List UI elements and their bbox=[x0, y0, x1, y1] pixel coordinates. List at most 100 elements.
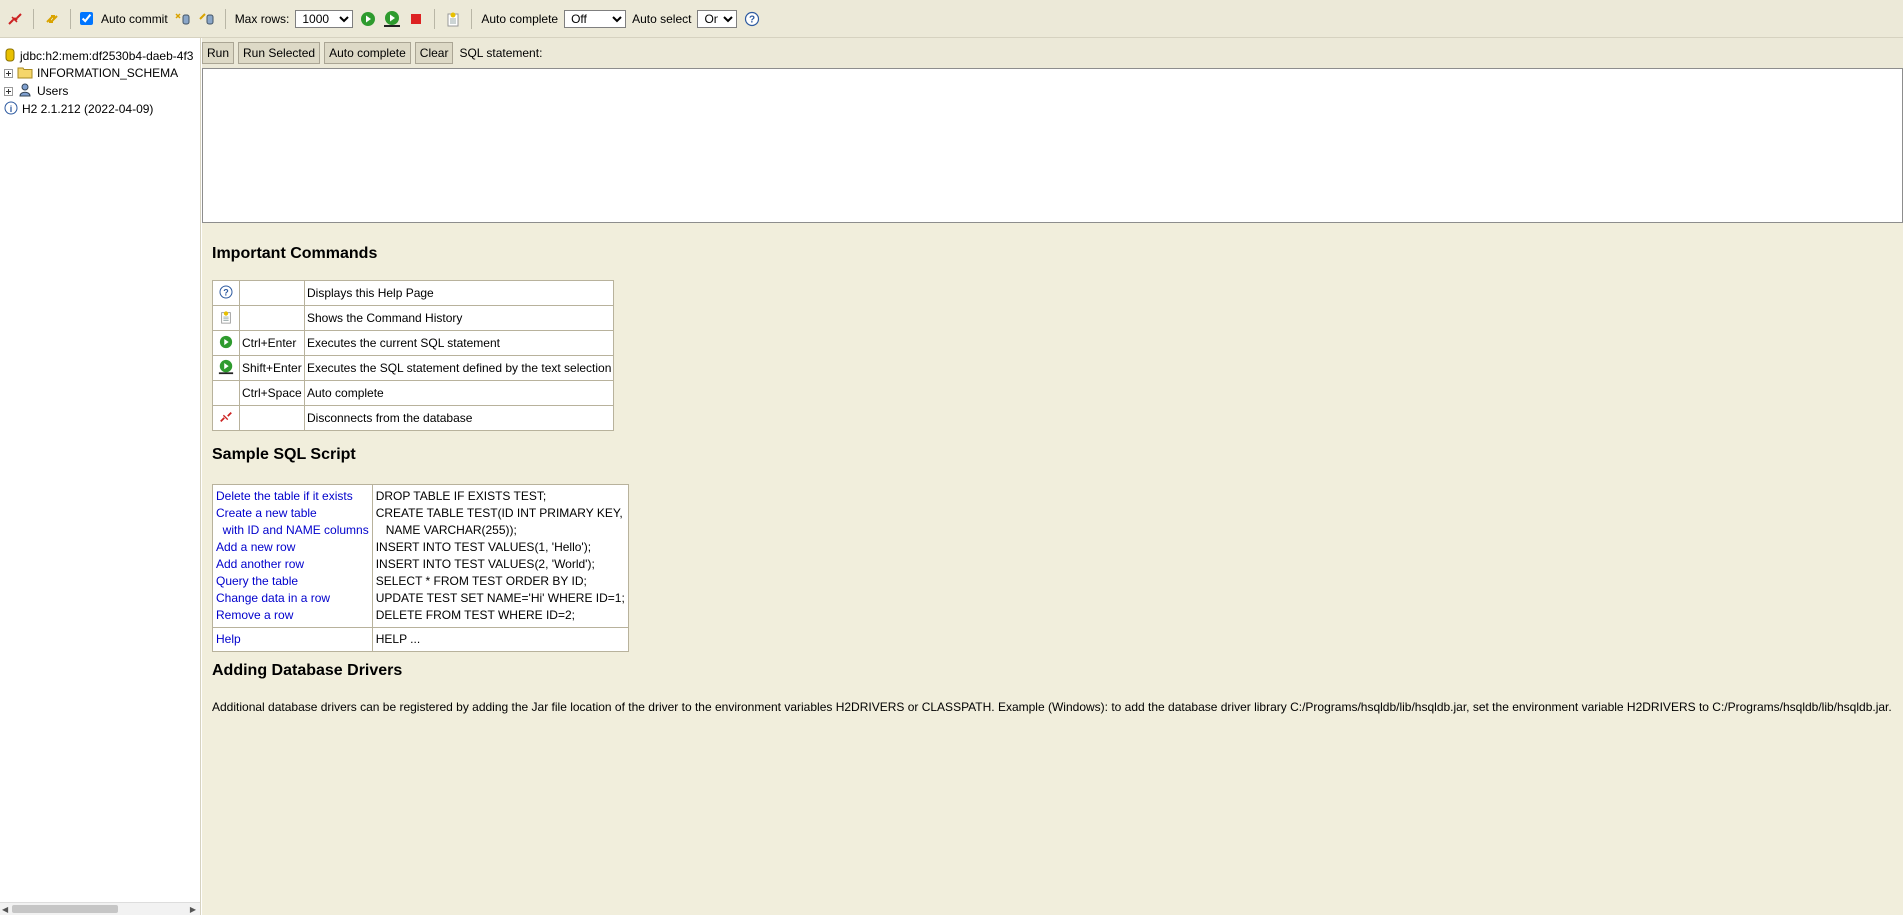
help-link[interactable]: Help bbox=[216, 631, 369, 648]
auto-select-select[interactable]: On bbox=[697, 9, 738, 28]
run-selected-icon bbox=[212, 355, 240, 381]
auto-complete-button[interactable]: Auto complete bbox=[324, 42, 411, 64]
sample-code: INSERT INTO TEST VALUES(2, 'World'); bbox=[375, 557, 595, 571]
run-button[interactable]: Run bbox=[202, 42, 235, 64]
empty-icon-cell bbox=[212, 380, 240, 406]
table-row: Ctrl+Enter Executes the current SQL stat… bbox=[212, 330, 615, 356]
sample-link[interactable]: with ID and NAME columns bbox=[216, 522, 369, 539]
folder-icon bbox=[17, 65, 33, 82]
sample-code: UPDATE TEST SET NAME='Hi' WHERE ID=1; bbox=[375, 591, 625, 605]
sample-code: INSERT INTO TEST VALUES(1, 'Hello'); bbox=[375, 540, 592, 554]
history-icon bbox=[212, 305, 240, 331]
auto-commit-label: Auto commit bbox=[101, 11, 168, 26]
auto-complete-label: Auto complete bbox=[481, 11, 559, 26]
expand-icon[interactable] bbox=[4, 68, 13, 78]
help-icon: ? bbox=[212, 280, 240, 306]
sample-link[interactable]: Add another row bbox=[216, 556, 369, 573]
command-desc: Disconnects from the database bbox=[303, 405, 615, 431]
tree-item-information-schema[interactable]: INFORMATION_SCHEMA bbox=[4, 64, 178, 82]
database-tree: jdbc:h2:mem:df2530b4-daeb-4f3 INFORMATIO… bbox=[0, 38, 201, 915]
sample-code: NAME VARCHAR(255)); bbox=[375, 523, 517, 537]
help-link-cell: Help bbox=[212, 627, 373, 652]
auto-select-label: Auto select bbox=[632, 11, 692, 26]
adding-drivers-title: Adding Database Drivers bbox=[212, 662, 403, 679]
users-icon bbox=[17, 83, 33, 100]
command-key: Ctrl+Space bbox=[239, 380, 305, 406]
max-rows-label: Max rows: bbox=[234, 11, 290, 26]
run-icon bbox=[212, 330, 240, 356]
sample-sql-title: Sample SQL Script bbox=[212, 446, 356, 463]
help-code: HELP ... bbox=[375, 632, 421, 646]
sample-link[interactable]: Remove a row bbox=[216, 607, 369, 624]
sample-code: DELETE FROM TEST WHERE ID=2; bbox=[375, 608, 575, 622]
help-panel: Important Commands ? Displays this Help … bbox=[202, 223, 1903, 915]
refresh-icon[interactable] bbox=[43, 10, 61, 28]
schema-name: INFORMATION_SCHEMA bbox=[37, 66, 179, 80]
toolbar-separator bbox=[70, 8, 71, 29]
info-icon: i bbox=[4, 101, 18, 118]
table-row: Shows the Command History bbox=[212, 305, 615, 331]
users-label: Users bbox=[37, 84, 69, 98]
scroll-right-icon[interactable]: ▶ bbox=[190, 905, 196, 914]
sample-code: DROP TABLE IF EXISTS TEST; bbox=[375, 489, 547, 503]
command-key: Shift+Enter bbox=[239, 355, 305, 381]
sample-labels-cell: Delete the table if it exists Create a n… bbox=[212, 484, 373, 628]
sample-link[interactable]: Change data in a row bbox=[216, 590, 369, 607]
sql-button-bar: Run Run Selected Auto complete Clear SQL… bbox=[202, 38, 1903, 68]
auto-commit-checkbox[interactable] bbox=[80, 12, 93, 25]
tree-item-users[interactable]: Users bbox=[4, 82, 68, 100]
scrollbar-thumb[interactable] bbox=[12, 905, 118, 913]
table-row: Delete the table if it exists Create a n… bbox=[212, 484, 629, 628]
table-row: Ctrl+Space Auto complete bbox=[212, 380, 615, 406]
run-selected-icon[interactable] bbox=[383, 10, 401, 28]
sample-link[interactable]: Delete the table if it exists bbox=[216, 488, 369, 505]
command-desc: Shows the Command History bbox=[303, 305, 615, 331]
adding-drivers-text: Additional database drivers can be regis… bbox=[212, 700, 1892, 714]
sample-link[interactable]: Create a new table bbox=[216, 505, 369, 522]
svg-text:i: i bbox=[10, 104, 13, 114]
tree-version: i H2 2.1.212 (2022-04-09) bbox=[4, 100, 153, 118]
sample-link[interactable]: Query the table bbox=[216, 573, 369, 590]
history-icon[interactable] bbox=[444, 10, 462, 28]
toolbar-separator bbox=[33, 8, 34, 29]
command-desc: Displays this Help Page bbox=[303, 280, 615, 306]
run-icon[interactable] bbox=[359, 10, 377, 28]
sql-statement-label: SQL statement: bbox=[459, 46, 543, 60]
svg-text:?: ? bbox=[223, 287, 229, 297]
commit-icon[interactable] bbox=[174, 10, 192, 28]
help-icon[interactable]: ? bbox=[743, 10, 761, 28]
important-commands-table: ? Displays this Help Page Shows the Comm… bbox=[212, 280, 615, 431]
command-key: Ctrl+Enter bbox=[239, 330, 305, 356]
command-key bbox=[239, 405, 305, 431]
sample-code-cell: DROP TABLE IF EXISTS TEST; CREATE TABLE … bbox=[371, 484, 629, 628]
sql-statement-input[interactable] bbox=[202, 68, 1903, 223]
run-selected-button[interactable]: Run Selected bbox=[238, 42, 321, 64]
help-code-cell: HELP ... bbox=[371, 627, 629, 652]
main-toolbar: Auto commit Max rows: 1000 Auto complete… bbox=[0, 0, 1903, 38]
toolbar-separator bbox=[224, 8, 226, 29]
auto-complete-select[interactable]: Off bbox=[564, 9, 627, 28]
table-row: Help HELP ... bbox=[212, 627, 629, 652]
sample-code: CREATE TABLE TEST(ID INT PRIMARY KEY, bbox=[375, 506, 623, 520]
toolbar-separator bbox=[471, 8, 473, 29]
database-icon bbox=[4, 48, 16, 65]
disconnect-icon[interactable] bbox=[6, 10, 24, 28]
command-desc: Auto complete bbox=[303, 380, 615, 406]
scroll-left-icon[interactable]: ◀ bbox=[2, 905, 8, 914]
max-rows-select[interactable]: 1000 bbox=[295, 9, 354, 28]
toolbar-separator bbox=[434, 8, 436, 29]
connection-url: jdbc:h2:mem:df2530b4-daeb-4f3 bbox=[20, 49, 194, 63]
clear-button[interactable]: Clear bbox=[414, 42, 454, 64]
sample-sql-table: Delete the table if it exists Create a n… bbox=[212, 484, 629, 652]
stop-icon[interactable] bbox=[407, 10, 425, 28]
command-desc: Executes the SQL statement defined by th… bbox=[303, 355, 615, 381]
expand-icon[interactable] bbox=[4, 86, 13, 96]
version-label: H2 2.1.212 (2022-04-09) bbox=[22, 102, 154, 116]
sample-link[interactable]: Add a new row bbox=[216, 539, 369, 556]
table-row: ? Displays this Help Page bbox=[212, 280, 615, 306]
tree-connection[interactable]: jdbc:h2:mem:df2530b4-daeb-4f3 bbox=[4, 47, 193, 65]
important-commands-title: Important Commands bbox=[212, 245, 378, 262]
table-row: Disconnects from the database bbox=[212, 405, 615, 431]
rollback-icon[interactable] bbox=[198, 10, 216, 28]
tree-horizontal-scrollbar[interactable]: ◀ ▶ bbox=[0, 902, 200, 915]
